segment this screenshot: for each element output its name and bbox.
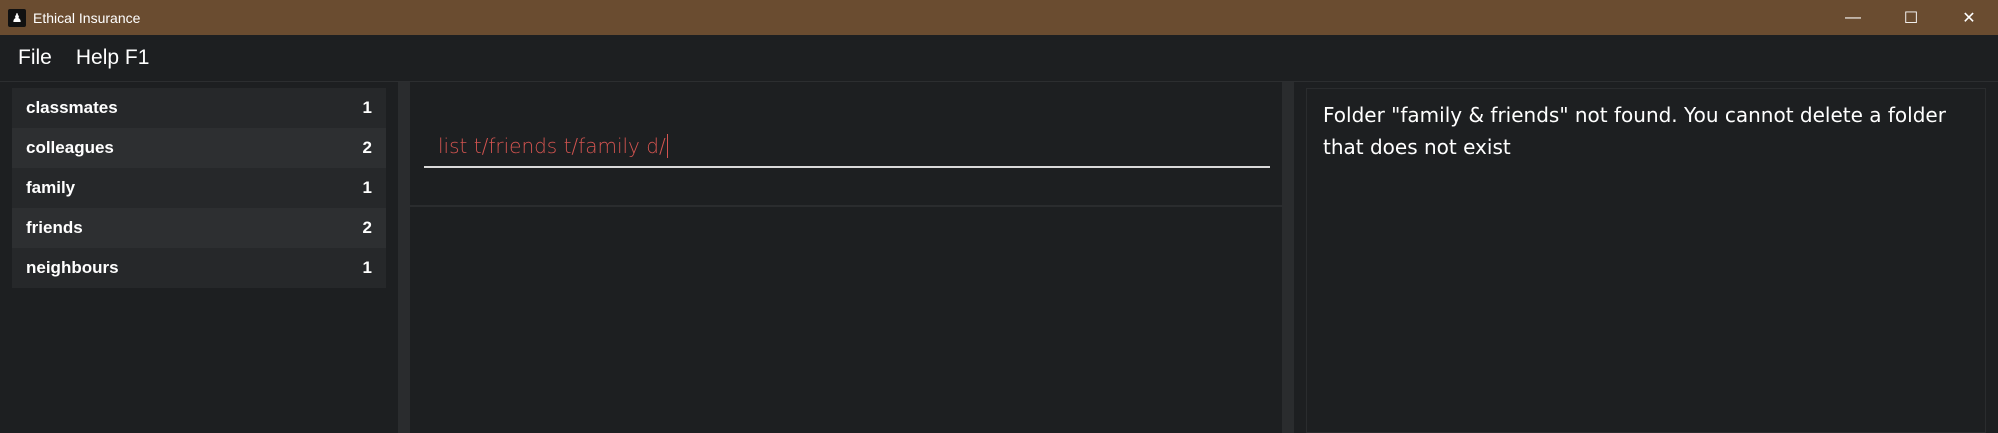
command-input[interactable]: list t/friends t/family d/: [424, 126, 1270, 168]
maximize-button[interactable]: ☐: [1882, 0, 1940, 35]
app-logo-icon: ♟: [8, 8, 26, 27]
left-splitter[interactable]: [398, 82, 410, 433]
command-text: list t/friends t/family d/: [438, 134, 666, 158]
window-title: Ethical Insurance: [33, 9, 141, 26]
folder-list: classmates 1 colleagues 2 family 1 frien…: [12, 88, 386, 288]
folder-name: colleagues: [26, 138, 114, 157]
text-caret: [666, 134, 668, 158]
folder-count: 1: [362, 258, 372, 277]
folder-count: 1: [362, 178, 372, 197]
menu-bar: File Help F1: [0, 35, 1998, 82]
folder-item-neighbours[interactable]: neighbours 1: [12, 248, 386, 288]
folder-panel: classmates 1 colleagues 2 family 1 frien…: [0, 82, 399, 433]
menu-help[interactable]: Help F1: [76, 46, 162, 70]
minimize-icon: —: [1845, 8, 1861, 26]
right-splitter[interactable]: [1282, 82, 1294, 433]
close-icon: ✕: [1962, 9, 1976, 27]
folder-name: classmates: [26, 98, 118, 117]
menu-file[interactable]: File: [0, 46, 64, 70]
title-bar: ♟ Ethical Insurance — ☐ ✕: [0, 0, 1998, 35]
main-panel: list t/friends t/family d/: [410, 82, 1282, 433]
folder-count: 1: [362, 98, 372, 117]
maximize-icon: ☐: [1903, 9, 1919, 27]
minimize-button[interactable]: —: [1824, 0, 1882, 35]
folder-item-colleagues[interactable]: colleagues 2: [12, 128, 386, 168]
folder-count: 2: [362, 218, 372, 237]
result-message: Folder "family & friends" not found. You…: [1323, 103, 1946, 159]
result-panel: Folder "family & friends" not found. You…: [1306, 88, 1986, 433]
window-controls: — ☐ ✕: [1824, 0, 1998, 35]
folder-item-classmates[interactable]: classmates 1: [12, 88, 386, 128]
folder-item-friends[interactable]: friends 2: [12, 208, 386, 248]
folder-count: 2: [362, 138, 372, 157]
close-button[interactable]: ✕: [1940, 0, 1998, 35]
command-area: list t/friends t/family d/: [410, 82, 1282, 207]
folder-name: family: [26, 178, 76, 197]
folder-item-family[interactable]: family 1: [12, 168, 386, 208]
folder-name: neighbours: [26, 258, 119, 277]
folder-name: friends: [26, 218, 83, 237]
